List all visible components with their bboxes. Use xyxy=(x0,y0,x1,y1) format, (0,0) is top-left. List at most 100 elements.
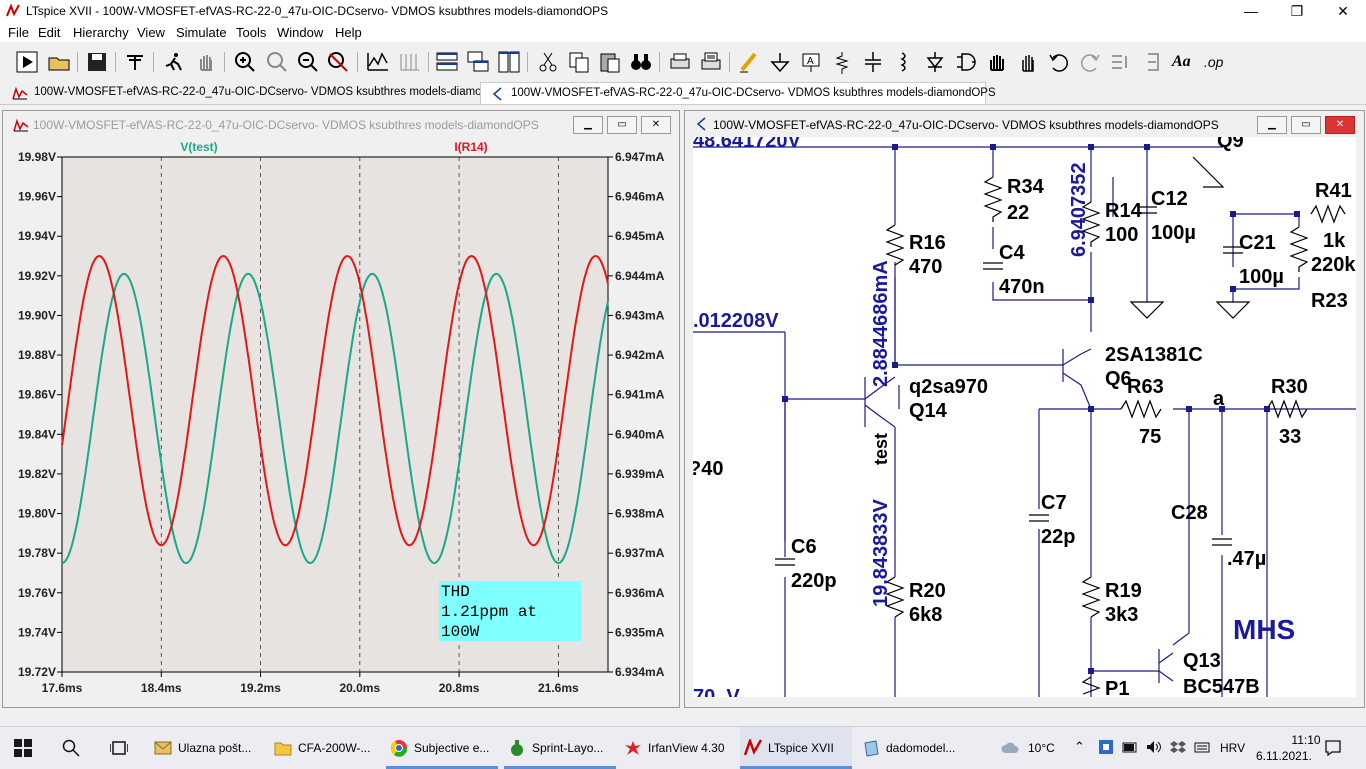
zoom-cancel-icon[interactable] xyxy=(326,50,350,74)
waveform-close-button[interactable]: ✕ xyxy=(641,116,671,134)
schematic-restore-button[interactable]: ▭ xyxy=(1291,116,1321,134)
save-icon[interactable] xyxy=(85,50,109,74)
clock-time[interactable]: 11:10 xyxy=(1282,733,1330,747)
legend-vtest[interactable]: V(test) xyxy=(180,140,217,154)
minimize-button[interactable]: — xyxy=(1228,0,1274,22)
thd-annotation[interactable]: THD 1.21ppm at 100W xyxy=(439,581,581,641)
clock-date[interactable]: 6.11.2021. xyxy=(1256,749,1312,763)
taskbar: Ulazna pošt... CFA-200W-... Subjective e… xyxy=(0,726,1366,769)
weather-icon[interactable] xyxy=(1000,739,1020,757)
pan-icon[interactable] xyxy=(194,50,218,74)
taskbar-item-sprint-layout[interactable]: Sprint-Layo... xyxy=(504,727,616,769)
zoom-in-icon[interactable] xyxy=(233,50,257,74)
y-left-tick-label: 19.72V xyxy=(18,665,56,679)
taskbar-item-mail[interactable]: Ulazna pošt... xyxy=(150,727,268,769)
zoom-out-icon[interactable] xyxy=(296,50,320,74)
tile-horizontal-icon[interactable] xyxy=(435,50,459,74)
inductor-icon[interactable] xyxy=(892,50,916,74)
waveform-restore-button[interactable]: ▭ xyxy=(607,116,637,134)
move-icon[interactable] xyxy=(985,50,1009,74)
close-button[interactable]: ✕ xyxy=(1320,0,1366,22)
menu-file[interactable]: File xyxy=(8,25,29,40)
legend-ir14[interactable]: I(R14) xyxy=(454,140,487,154)
menu-simulate[interactable]: Simulate xyxy=(176,25,227,40)
ltspice-icon xyxy=(744,739,762,756)
bottom-voltage-label: 70. V xyxy=(693,686,740,697)
y-left-tick-label: 19.96V xyxy=(18,190,56,204)
undo-icon[interactable] xyxy=(1047,50,1071,74)
tile-vertical-icon[interactable] xyxy=(497,50,521,74)
taskbar-item-chrome[interactable]: Subjective e... xyxy=(386,727,498,769)
keyboard-icon[interactable] xyxy=(1194,739,1210,755)
waveform-window[interactable]: 100W-VMOSFET-efVAS-RC-22-0_47u-OIC-DCser… xyxy=(2,110,680,708)
taskbar-item-notepad[interactable]: dadomodel... xyxy=(858,727,970,769)
battery-icon[interactable] xyxy=(1122,740,1138,754)
cascade-icon[interactable] xyxy=(466,50,490,74)
notification-icon[interactable] xyxy=(1324,739,1342,757)
menu-window[interactable]: Window xyxy=(277,25,323,40)
taskbar-item-irfanview[interactable]: IrfanView 4.30 xyxy=(620,727,738,769)
menu-bar: File Edit Hierarchy View Simulate Tools … xyxy=(0,22,1366,42)
chevron-up-icon[interactable]: ⌃ xyxy=(1074,739,1085,755)
menu-tools[interactable]: Tools xyxy=(236,25,266,40)
tab-waveform[interactable]: 100W-VMOSFET-efVAS-RC-22-0_47u-OIC-DCser… xyxy=(4,82,519,103)
task-view-icon[interactable] xyxy=(110,739,128,757)
dropbox-icon[interactable] xyxy=(1170,739,1186,755)
zoom-full-icon[interactable] xyxy=(265,50,289,74)
c7-ref: C7 xyxy=(1041,492,1067,514)
copy-icon[interactable] xyxy=(567,50,591,74)
y-right-tick-label: 6.947mA xyxy=(615,150,665,164)
taskbar-item-folder[interactable]: CFA-200W-... xyxy=(270,727,380,769)
windows-start-icon[interactable] xyxy=(14,739,32,757)
mirror-icon[interactable] xyxy=(1140,50,1164,74)
label-net-icon[interactable]: A xyxy=(799,50,823,74)
schematic-close-button[interactable]: ✕ xyxy=(1325,116,1355,134)
r41-value: 1k xyxy=(1323,230,1346,252)
autorange-icon[interactable] xyxy=(366,50,390,74)
spice-directive-icon[interactable]: .op xyxy=(1204,50,1228,74)
menu-hierarchy[interactable]: Hierarchy xyxy=(73,25,129,40)
control-panel-icon[interactable] xyxy=(123,50,147,74)
r30-ref: R30 xyxy=(1271,376,1308,398)
language-indicator[interactable]: HRV xyxy=(1220,741,1245,755)
cut-icon[interactable] xyxy=(536,50,560,74)
grid-icon[interactable] xyxy=(398,50,422,74)
schematic-canvas[interactable]: R34 22 R14 100 C12 100µ C21 100µ R41 1k … xyxy=(693,137,1356,697)
capacitor-icon[interactable] xyxy=(861,50,885,74)
waveform-plot[interactable]: 19.98V 19.96V 19.94V 19.92V 19.90V 19.88V 19.8… xyxy=(3,137,679,707)
resistor-icon[interactable] xyxy=(830,50,854,74)
maximize-button[interactable]: ❐ xyxy=(1274,0,1320,22)
diode-icon[interactable] xyxy=(923,50,947,74)
r41-ref: R41 xyxy=(1315,180,1352,202)
weather-temperature[interactable]: 10°C xyxy=(1028,741,1055,755)
component-icon[interactable] xyxy=(954,50,978,74)
open-icon[interactable] xyxy=(47,50,71,74)
print-preview-icon[interactable] xyxy=(668,50,692,74)
network-shield-icon[interactable] xyxy=(1098,739,1114,755)
menu-edit[interactable]: Edit xyxy=(38,25,60,40)
waveform-minimize-button[interactable]: ▁ xyxy=(573,116,603,134)
redo-icon[interactable] xyxy=(1078,50,1102,74)
schematic-minimize-button[interactable]: ▁ xyxy=(1257,116,1287,134)
paste-icon[interactable] xyxy=(598,50,622,74)
halt-icon[interactable] xyxy=(162,50,186,74)
schematic-window[interactable]: 100W-VMOSFET-efVAS-RC-22-0_47u-OIC-DCser… xyxy=(684,110,1365,708)
taskbar-item-ltspice[interactable]: LTspice XVII xyxy=(740,727,852,769)
print-icon[interactable] xyxy=(699,50,723,74)
menu-view[interactable]: View xyxy=(137,25,165,40)
ground-icon[interactable] xyxy=(768,50,792,74)
search-icon[interactable] xyxy=(62,739,80,757)
rotate-icon[interactable] xyxy=(1109,50,1133,74)
volume-icon[interactable] xyxy=(1146,739,1162,755)
node-voltage-label: .012208V xyxy=(693,310,779,332)
text-icon[interactable]: Aa xyxy=(1172,50,1196,74)
find-icon[interactable] xyxy=(629,50,653,74)
drag-icon[interactable] xyxy=(1016,50,1040,74)
x-tick-label: 17.6ms xyxy=(42,681,83,695)
waveform-window-titlebar: 100W-VMOSFET-efVAS-RC-22-0_47u-OIC-DCser… xyxy=(3,111,679,137)
q14-value: q2sa970 xyxy=(909,376,988,398)
draw-wire-icon[interactable] xyxy=(737,50,761,74)
run-icon[interactable] xyxy=(15,50,39,74)
menu-help[interactable]: Help xyxy=(335,25,362,40)
tab-schematic[interactable]: 100W-VMOSFET-efVAS-RC-22-0_47u-OIC-DCser… xyxy=(480,82,996,104)
